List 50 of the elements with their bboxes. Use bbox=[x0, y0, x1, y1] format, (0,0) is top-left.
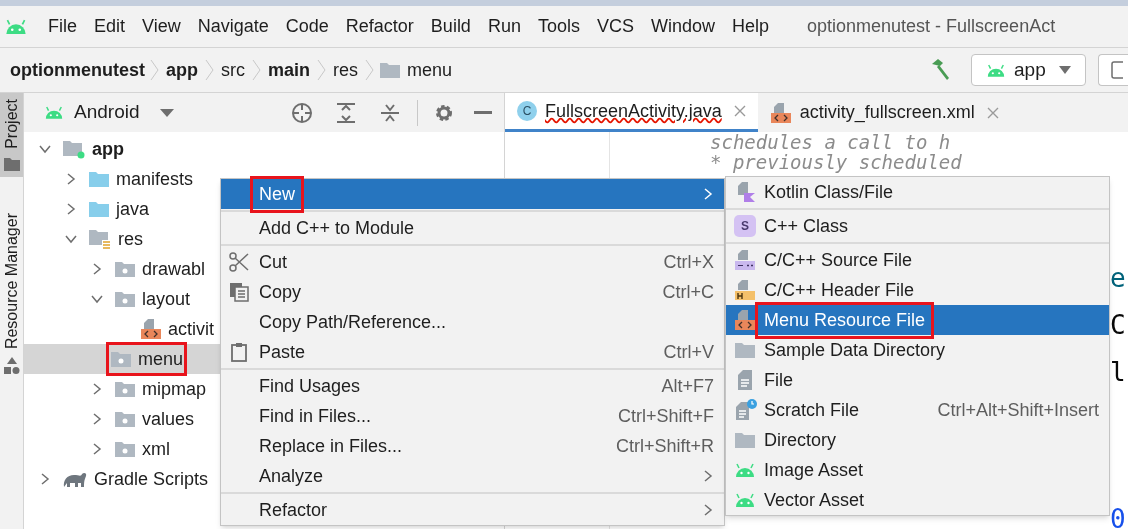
code-fragment: 0 bbox=[1110, 503, 1127, 529]
code-comment: schedules a call to h bbox=[710, 132, 952, 152]
tree-label: layout bbox=[142, 287, 191, 311]
menu-item-label: Scratch File bbox=[764, 398, 860, 422]
menu-item-label: File bbox=[764, 368, 793, 392]
menu-item-label: Add C++ to Module bbox=[259, 216, 415, 240]
menu-item-label: New bbox=[253, 178, 301, 210]
menu-item-label: Vector Asset bbox=[764, 488, 865, 512]
tree-label: Gradle Scripts bbox=[94, 467, 209, 491]
shortcut-label: Alt+F7 bbox=[661, 374, 714, 398]
tree-label: values bbox=[142, 407, 195, 431]
menu-item-label: C/C++ Header File bbox=[764, 278, 915, 302]
code-fragment: e bbox=[1110, 262, 1127, 295]
shortcut-label: Ctrl+Shift+F bbox=[617, 404, 714, 428]
code-fragment: C bbox=[1110, 309, 1127, 342]
shortcut-label: Ctrl+Alt+Shift+Insert bbox=[937, 398, 1099, 422]
tree-label: app bbox=[92, 137, 124, 161]
tree-label: drawabl bbox=[142, 257, 206, 281]
shortcut-label: Ctrl+X bbox=[663, 250, 714, 274]
window-title: optionmenutest - FullscreenAct bbox=[807, 15, 1056, 38]
menu-item-label: Copy Path/Reference... bbox=[259, 310, 447, 334]
tree-label: java bbox=[116, 197, 150, 221]
menu-item-label: Cut bbox=[259, 250, 287, 274]
shortcut-label: Ctrl+C bbox=[662, 280, 714, 304]
tree-label: mipmap bbox=[142, 377, 207, 401]
shortcut-label: Ctrl+Shift+R bbox=[615, 434, 714, 458]
tree-label: res bbox=[118, 227, 143, 251]
code-fragment: l bbox=[1110, 356, 1127, 389]
menu-item-label: Replace in Files... bbox=[259, 434, 403, 458]
code-comment: * previously scheduled bbox=[710, 152, 963, 172]
menu-item-label: Copy bbox=[259, 280, 302, 304]
menu-item-label: Find in Files... bbox=[259, 404, 372, 428]
menu-item-label: Find Usages bbox=[259, 374, 361, 398]
menu-item-label: C/C++ Source File bbox=[764, 248, 913, 272]
menu-item-label: Kotlin Class/File bbox=[764, 180, 894, 204]
menu-item-label: C++ Class bbox=[764, 214, 849, 238]
menu-item-label: Image Asset bbox=[764, 458, 864, 482]
tree-label: manifests bbox=[116, 167, 194, 191]
tree-label: activit bbox=[168, 317, 214, 341]
menu-item-label: Analyze bbox=[259, 464, 324, 488]
class-icon: S bbox=[734, 215, 756, 237]
menu-item-label: Sample Data Directory bbox=[764, 338, 946, 362]
shortcut-label: Ctrl+V bbox=[663, 340, 714, 364]
tree-label: menu bbox=[138, 347, 184, 371]
menu-item-label: Directory bbox=[764, 428, 836, 452]
tree-label: xml bbox=[142, 437, 170, 461]
menu-item-label: Refactor bbox=[259, 498, 328, 522]
class-c-icon: C bbox=[517, 101, 537, 121]
menu-item-label: Paste bbox=[259, 340, 306, 364]
menu-item-label: Menu Resource File bbox=[758, 304, 932, 336]
